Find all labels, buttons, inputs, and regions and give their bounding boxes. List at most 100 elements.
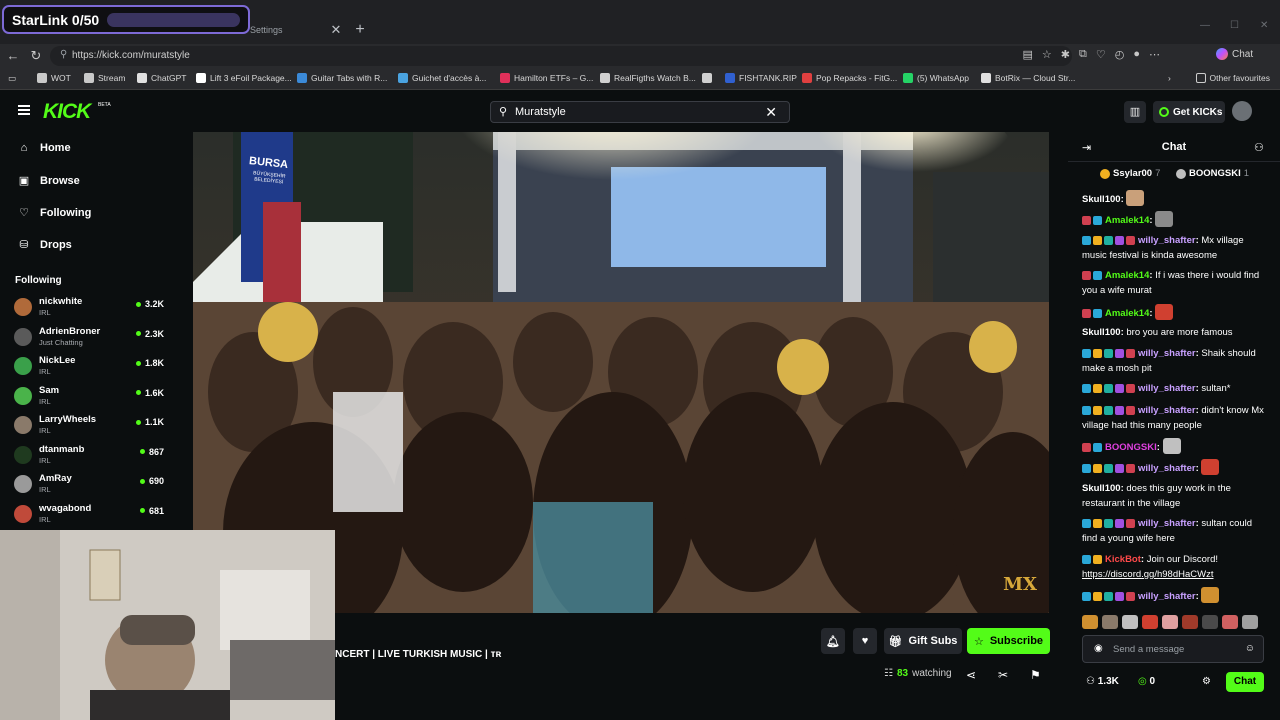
chat-username[interactable]: willy_shafter <box>1138 383 1196 394</box>
chat-username[interactable]: willy_shafter <box>1138 591 1196 602</box>
bookmarks-toggle-icon[interactable]: ▭ <box>8 73 16 84</box>
bookmarks-chevron-icon[interactable]: › <box>1168 73 1171 83</box>
clip-icon[interactable]: ✂ <box>998 668 1008 682</box>
sidebar-channel[interactable]: dtanmanb IRL 867 <box>14 443 164 469</box>
bookmark-item[interactable]: Guichet d'accès à... <box>398 73 486 83</box>
pinned-gifter[interactable]: Ssylar00 7 <box>1100 168 1160 179</box>
chat-settings-small-icon[interactable]: ◉ <box>1094 643 1103 654</box>
chat-settings-icon[interactable]: ⚙ <box>1202 676 1211 687</box>
report-icon[interactable]: ⚑ <box>1030 668 1041 682</box>
clear-search-icon[interactable]: ✕ <box>765 104 777 121</box>
chat-username[interactable]: Amalek14 <box>1105 308 1149 319</box>
subscribe-button[interactable]: ☆ Subscribe <box>967 628 1050 654</box>
bookmark-item[interactable]: FISHTANK.RIP <box>725 73 797 83</box>
sidebar-item-drops[interactable]: ⛁ Drops <box>18 238 71 252</box>
bookmark-item[interactable]: BotRix — Cloud Str... <box>981 73 1075 83</box>
site-info-icon[interactable]: ⚲ <box>60 49 67 60</box>
chat-username[interactable]: willy_shafter <box>1138 518 1196 529</box>
chat-send-button[interactable]: Chat <box>1226 672 1264 692</box>
channel-avatar <box>14 416 32 434</box>
emote-icon[interactable] <box>1102 615 1118 629</box>
profile-icon[interactable]: ● <box>1133 48 1140 61</box>
gift-subs-button[interactable]: 🎁︎ Gift Subs <box>884 628 962 654</box>
more-icon[interactable]: ⋯ <box>1149 48 1160 61</box>
back-icon[interactable]: ← <box>4 47 22 65</box>
follow-heart-button[interactable]: ♥ <box>853 628 877 654</box>
bookmark-item[interactable]: Pop Repacks - FitG... <box>802 73 897 83</box>
chat-username[interactable]: willy_shafter <box>1138 235 1196 246</box>
emoji-icon[interactable]: ☺ <box>1245 643 1255 654</box>
emote-icon[interactable] <box>1142 615 1158 629</box>
sidebar-item-home[interactable]: ⌂ Home <box>18 142 71 154</box>
chat-username[interactable]: Amalek14 <box>1105 270 1149 281</box>
emote-icon[interactable] <box>1182 615 1198 629</box>
bookmark-label: Lift 3 eFoil Package... <box>210 73 292 83</box>
emote-icon[interactable] <box>1242 615 1258 629</box>
chat-username[interactable]: BOONGSKI <box>1105 442 1157 453</box>
close-window-icon[interactable]: ✕ <box>1260 20 1268 31</box>
emote-icon[interactable] <box>1122 615 1138 629</box>
tab-close-icon[interactable]: ✕ <box>330 18 342 42</box>
chat-username[interactable]: willy_shafter <box>1138 405 1196 416</box>
new-tab-icon[interactable]: + <box>352 18 368 42</box>
chat-username[interactable]: Skull100 <box>1082 327 1121 338</box>
discord-link[interactable]: https://discord.gg/h98dHaCWzt <box>1082 567 1268 582</box>
emote-icon[interactable] <box>1082 615 1098 629</box>
chat-username[interactable]: willy_shafter <box>1138 463 1196 474</box>
layout-icon[interactable]: ▥ <box>1124 101 1146 123</box>
bookmark-item[interactable]: ChatGPT <box>137 73 186 83</box>
bookmark-item[interactable]: Lift 3 eFoil Package... <box>196 73 292 83</box>
chat-username[interactable]: KickBot <box>1105 554 1141 565</box>
sidebar-channel[interactable]: NickLee IRL 1.8K <box>14 354 164 380</box>
sidebar-channel[interactable]: nickwhite IRL 3.2K <box>14 295 164 321</box>
search-value[interactable]: Muratstyle <box>515 106 566 118</box>
sidebar-channel[interactable]: wvagabond IRL 681 <box>14 502 164 528</box>
bookmark-item[interactable]: (5) WhatsApp <box>903 73 969 83</box>
emote-icon[interactable] <box>1202 615 1218 629</box>
emote-icon[interactable] <box>1222 615 1238 629</box>
bookmark-item[interactable]: Stream <box>84 73 125 83</box>
emote-icon[interactable] <box>1162 615 1178 629</box>
menu-icon[interactable] <box>18 105 30 115</box>
chat-username[interactable]: Amalek14 <box>1105 215 1149 226</box>
bookmark-item[interactable]: RealFigths Watch B... <box>600 73 696 83</box>
user-avatar[interactable] <box>1232 101 1252 121</box>
favorites-icon[interactable]: ♡ <box>1096 48 1106 61</box>
chat-users-icon[interactable]: ⚇ <box>1254 141 1264 154</box>
copilot-chat-button[interactable]: Chat <box>1216 48 1253 60</box>
bookmark-item[interactable]: Guitar Tabs with R... <box>297 73 387 83</box>
sidebar-channel[interactable]: Sam IRL 1.6K <box>14 384 164 410</box>
maximize-icon[interactable]: ☐ <box>1230 20 1239 31</box>
chat-badge-icon <box>1082 555 1091 564</box>
bookmark-item[interactable]: WOT <box>37 73 71 83</box>
tab-settings[interactable]: Settings <box>250 18 283 42</box>
chat-username[interactable]: willy_shafter <box>1138 348 1196 359</box>
sidebar-item-browse[interactable]: ▣ Browse <box>18 174 80 188</box>
notification-bell-button[interactable]: 🔔︎ <box>821 628 845 654</box>
pinned-gifter[interactable]: BOONGSKI 1 <box>1176 168 1249 179</box>
other-favourites[interactable]: Other favourites <box>1195 73 1270 83</box>
star-icon[interactable]: ☆ <box>1042 48 1052 61</box>
chat-message-input[interactable]: ◉ Send a message ☺ <box>1082 635 1264 663</box>
sidebar-channel[interactable]: AdrienBroner Just Chatting 2.3K <box>14 325 164 351</box>
minimize-icon[interactable]: — <box>1200 20 1210 31</box>
chat-username[interactable]: Skull100 <box>1082 194 1121 205</box>
url-text[interactable]: https://kick.com/muratstyle <box>72 50 190 61</box>
bookmark-item[interactable]: Hamilton ETFs – G... <box>500 73 593 83</box>
reader-icon[interactable]: ▤ <box>1023 48 1033 61</box>
browse-icon: ▣ <box>18 175 30 187</box>
sidebar-channel[interactable]: LarryWheels IRL 1.1K <box>14 413 164 439</box>
url-field[interactable]: ⚲ https://kick.com/muratstyle <box>50 46 1072 66</box>
get-kicks-button[interactable]: Get KICKs <box>1153 101 1225 123</box>
history-icon[interactable]: ◴ <box>1115 48 1125 61</box>
extensions-icon[interactable]: ✱ <box>1061 48 1070 61</box>
search-input[interactable]: ⚲ Muratstyle ✕ <box>490 101 790 123</box>
chat-username[interactable]: Skull100 <box>1082 483 1121 494</box>
sidebar-item-following[interactable]: ♡ Following <box>18 206 91 220</box>
reload-icon[interactable]: ↻ <box>27 47 45 65</box>
kick-logo[interactable]: KICK <box>43 100 91 124</box>
bookmark-item[interactable] <box>702 73 716 83</box>
split-icon[interactable]: ⧉ <box>1079 48 1087 61</box>
share-icon[interactable]: ⋖ <box>966 668 976 682</box>
sidebar-channel[interactable]: AmRay IRL 690 <box>14 472 164 498</box>
